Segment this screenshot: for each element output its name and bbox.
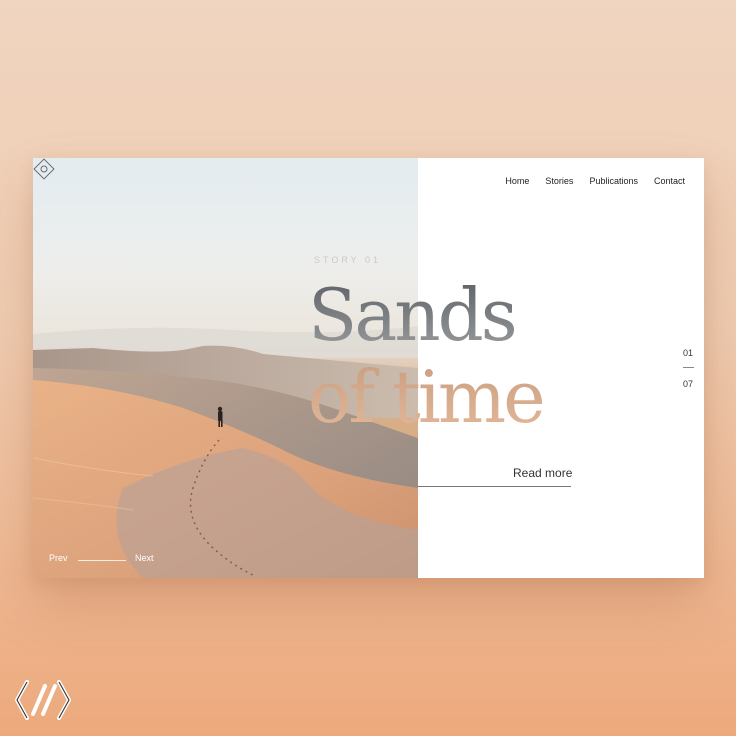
page-title: Sands of time	[308, 274, 608, 438]
story-eyebrow: STORY 01	[314, 255, 382, 265]
read-more-underline	[418, 486, 571, 487]
nav-stories[interactable]: Stories	[545, 176, 573, 186]
nav-contact[interactable]: Contact	[654, 176, 685, 186]
hero-card: Home Stories Publications Contact STORY …	[33, 158, 704, 578]
slider-progress	[78, 560, 126, 561]
read-more-link[interactable]: Read more	[513, 466, 572, 480]
total-slides: 07	[683, 379, 694, 389]
title-line-1: Sands	[308, 273, 515, 357]
current-slide: 01	[683, 348, 694, 358]
title-line-2: of time	[308, 355, 543, 439]
nav-publications[interactable]: Publications	[589, 176, 638, 186]
nav-home[interactable]: Home	[505, 176, 529, 186]
top-nav: Home Stories Publications Contact	[505, 176, 685, 186]
diamond-logo-icon[interactable]	[33, 158, 55, 180]
brand-logo-icon	[15, 680, 71, 720]
prev-button[interactable]: Prev	[49, 553, 68, 563]
counter-divider	[683, 367, 694, 368]
next-button[interactable]: Next	[135, 553, 154, 563]
